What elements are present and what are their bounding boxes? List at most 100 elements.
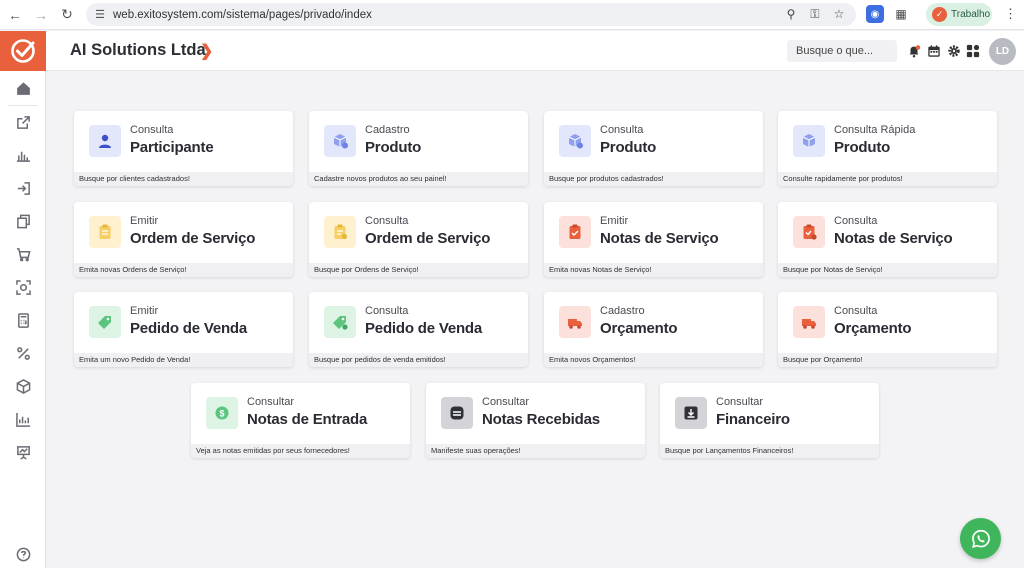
- external-link-icon[interactable]: [12, 111, 34, 133]
- calculator-icon[interactable]: [12, 309, 34, 331]
- card-subtitle: Consulta: [130, 124, 174, 136]
- gear-icon[interactable]: [946, 43, 962, 59]
- card-consultar-notas-recebidas[interactable]: Consultar Notas Recebidas Manifeste suas…: [426, 383, 645, 458]
- address-bar[interactable]: ☰ web.exitosystem.com/sistema/pages/priv…: [86, 3, 856, 26]
- card-footer: Busque por Lançamentos Financeiros!: [660, 444, 879, 458]
- card-footer: Busque por Orçamento!: [778, 353, 997, 367]
- card-subtitle: Cadastro: [365, 124, 410, 136]
- back-arrow-icon[interactable]: ←: [2, 2, 28, 28]
- card-emitir-notas-servico[interactable]: Emitir Notas de Serviço Emita novas Nota…: [544, 202, 763, 277]
- box-quick-icon: [793, 125, 825, 157]
- card-cadastro-produto[interactable]: Cadastro Produto Cadastre novos produtos…: [309, 111, 528, 186]
- extensions-puzzle-icon[interactable]: ▦: [892, 5, 910, 23]
- zoom-icon[interactable]: ⚲: [782, 5, 800, 23]
- box-add-icon: [324, 125, 356, 157]
- search-input[interactable]: [787, 40, 897, 62]
- invoice-search-icon: [793, 216, 825, 248]
- svg-text:$: $: [219, 409, 224, 419]
- presentation-icon[interactable]: [12, 441, 34, 463]
- card-subtitle: Consulta: [365, 215, 409, 227]
- app-logo[interactable]: [0, 31, 46, 71]
- scan-icon[interactable]: [12, 276, 34, 298]
- card-title: Participante: [130, 139, 214, 156]
- money-icon: $: [206, 397, 238, 429]
- truck-icon: [559, 306, 591, 338]
- card-title: Pedido de Venda: [130, 320, 248, 337]
- card-consultar-financeiro[interactable]: Consultar Financeiro Busque por Lançamen…: [660, 383, 879, 458]
- card-consultar-notas-entrada[interactable]: $ Consultar Notas de Entrada Veja as not…: [191, 383, 410, 458]
- card-title: Ordem de Serviço: [130, 230, 256, 247]
- card-subtitle: Consultar: [247, 396, 295, 408]
- card-emitir-pedido-venda[interactable]: Emitir Pedido de Venda Emita um novo Ped…: [74, 292, 293, 367]
- card-footer: Emita novos Orçamentos!: [544, 353, 763, 367]
- card-title: Ordem de Serviço: [365, 230, 491, 247]
- card-footer: Veja as notas emitidas por seus forneced…: [191, 444, 410, 458]
- card-consulta-participante[interactable]: Consulta Participante Busque por cliente…: [74, 111, 293, 186]
- bell-icon[interactable]: [906, 43, 922, 59]
- card-consulta-notas-servico[interactable]: Consulta Notas de Serviço Busque por Not…: [778, 202, 997, 277]
- calendar-icon[interactable]: [926, 43, 942, 59]
- bookmark-star-icon[interactable]: ☆: [830, 5, 848, 23]
- copy-icon[interactable]: [12, 210, 34, 232]
- report-chart-icon[interactable]: [12, 408, 34, 430]
- card-title: Notas de Entrada: [247, 411, 368, 428]
- card-subtitle: Emitir: [600, 215, 629, 227]
- app-header: AI Solutions Ltda ❯ LD: [46, 31, 1024, 71]
- avatar[interactable]: LD: [989, 38, 1016, 65]
- card-title: Orçamento: [600, 320, 678, 337]
- forward-arrow-icon[interactable]: →: [28, 2, 54, 28]
- card-footer: Busque por Ordens de Serviço!: [309, 263, 528, 277]
- card-title: Notas Recebidas: [482, 411, 600, 428]
- site-settings-icon[interactable]: ☰: [91, 6, 109, 24]
- browser-menu-icon[interactable]: ⋮: [1004, 6, 1017, 22]
- url-text[interactable]: web.exitosystem.com/sistema/pages/privad…: [113, 9, 372, 21]
- sidebar-divider: [8, 105, 38, 106]
- profile-logo-icon: ✓: [932, 7, 947, 22]
- card-subtitle: Consulta Rápida: [834, 124, 916, 136]
- card-title: Produto: [600, 139, 657, 156]
- card-cadastro-orcamento[interactable]: Cadastro Orçamento Emita novos Orçamento…: [544, 292, 763, 367]
- card-subtitle: Consulta: [834, 215, 878, 227]
- extension-icon[interactable]: ◉: [866, 5, 884, 23]
- clipboard-search-icon: [324, 216, 356, 248]
- truck-search-icon: [793, 306, 825, 338]
- card-subtitle: Cadastro: [600, 305, 645, 317]
- whatsapp-button[interactable]: [960, 518, 1001, 559]
- card-subtitle: Emitir: [130, 215, 159, 227]
- chevron-right-icon[interactable]: ❯: [200, 41, 213, 61]
- home-icon[interactable]: [12, 77, 34, 99]
- card-footer: Busque por clientes cadastrados!: [74, 172, 293, 186]
- card-consulta-ordem-servico[interactable]: Consulta Ordem de Serviço Busque por Ord…: [309, 202, 528, 277]
- percent-icon[interactable]: [12, 342, 34, 364]
- check-logo-icon: [11, 39, 35, 63]
- reload-icon[interactable]: ↻: [54, 2, 80, 28]
- help-icon[interactable]: [12, 543, 34, 565]
- card-consulta-pedido-venda[interactable]: Consulta Pedido de Venda Busque por pedi…: [309, 292, 528, 367]
- card-footer: Consulte rapidamente por produtos!: [778, 172, 997, 186]
- company-name[interactable]: AI Solutions Ltda: [70, 41, 206, 60]
- card-title: Notas de Serviço: [834, 230, 953, 247]
- login-icon[interactable]: [12, 177, 34, 199]
- card-footer: Manifeste suas operações!: [426, 444, 645, 458]
- cart-icon[interactable]: [12, 243, 34, 265]
- profile-chip[interactable]: ✓ Trabalho: [926, 3, 992, 26]
- cube-icon[interactable]: [12, 375, 34, 397]
- card-footer: Cadastre novos produtos ao seu painel!: [309, 172, 528, 186]
- whatsapp-icon: [971, 529, 990, 548]
- bar-chart-icon[interactable]: [12, 144, 34, 166]
- card-title: Pedido de Venda: [365, 320, 483, 337]
- card-emitir-ordem-servico[interactable]: Emitir Ordem de Serviço Emita novas Orde…: [74, 202, 293, 277]
- card-subtitle: Consulta: [365, 305, 409, 317]
- apps-grid-icon[interactable]: [965, 43, 981, 59]
- card-consulta-produto[interactable]: Consulta Produto Busque por produtos cad…: [544, 111, 763, 186]
- browser-toolbar: ← → ↻ ☰ web.exitosystem.com/sistema/page…: [0, 0, 1024, 30]
- card-footer: Emita novas Notas de Serviço!: [544, 263, 763, 277]
- key-icon[interactable]: ⚿: [806, 5, 824, 23]
- card-title: Produto: [365, 139, 422, 156]
- box-search-icon: [559, 125, 591, 157]
- person-icon: [89, 125, 121, 157]
- card-consulta-rapida-produto[interactable]: Consulta Rápida Produto Consulte rapidam…: [778, 111, 997, 186]
- card-consulta-orcamento[interactable]: Consulta Orçamento Busque por Orçamento!: [778, 292, 997, 367]
- card-subtitle: Emitir: [130, 305, 159, 317]
- card-subtitle: Consulta: [834, 305, 878, 317]
